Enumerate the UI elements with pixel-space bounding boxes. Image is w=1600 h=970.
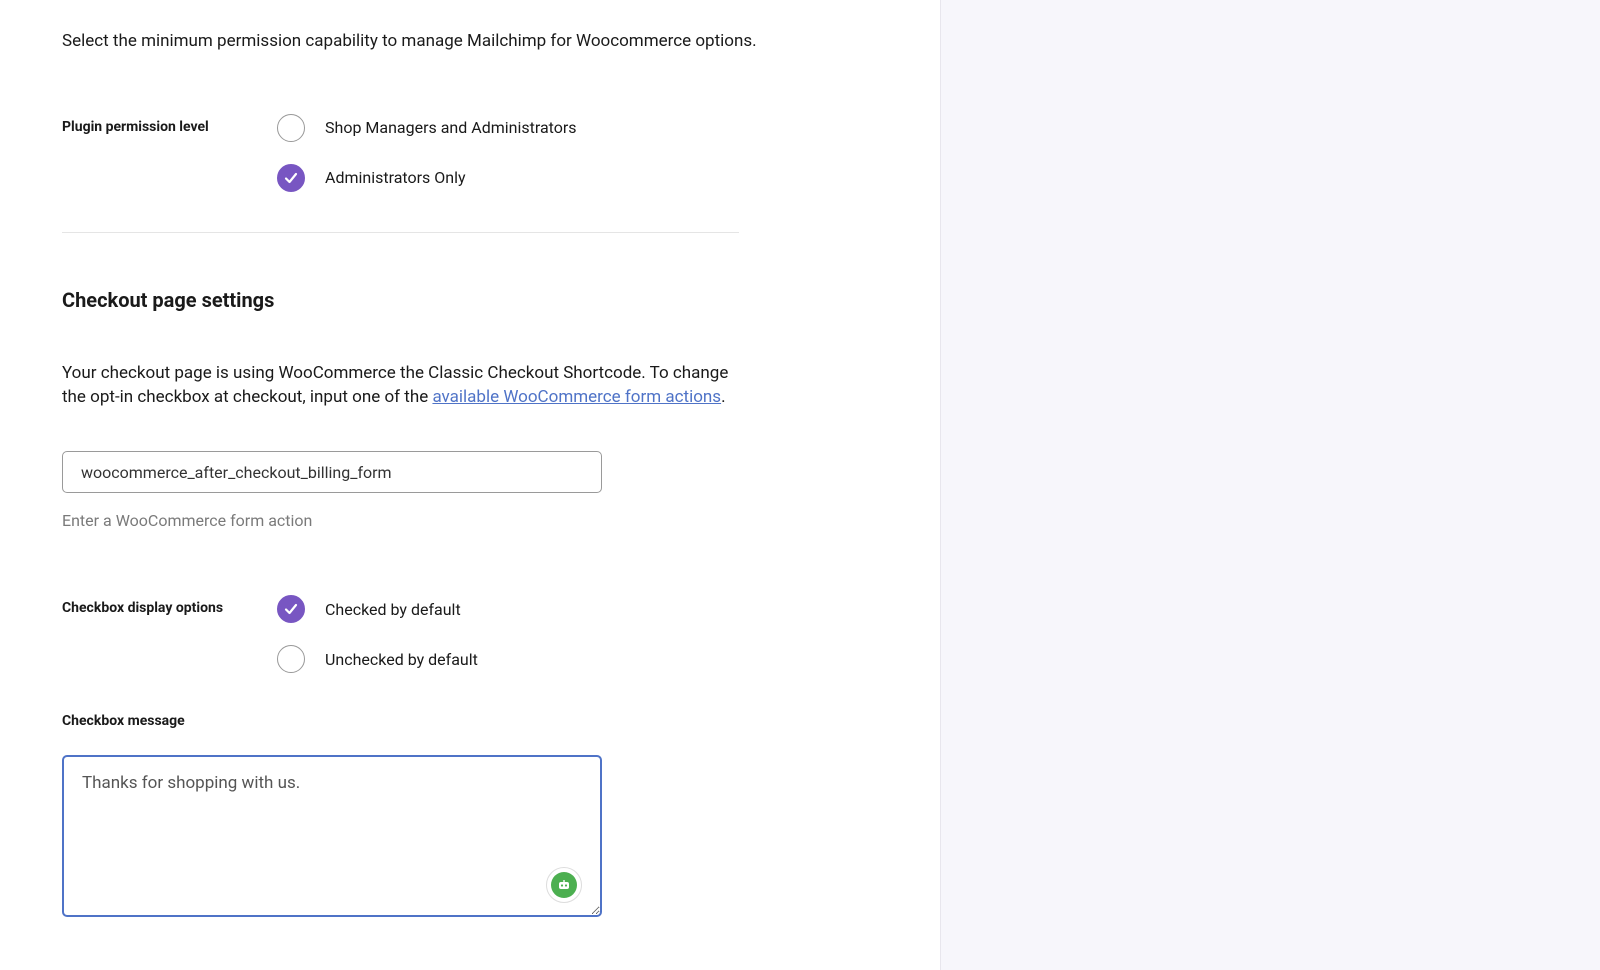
- textarea-wrapper: [62, 755, 602, 921]
- checkbox-display-radio-group: Checked by default Unchecked by default: [277, 595, 478, 673]
- robot-icon: [551, 872, 577, 898]
- section-divider: [62, 232, 739, 233]
- form-action-input[interactable]: [62, 451, 602, 493]
- checkbox-display-label: Checkbox display options: [62, 595, 277, 621]
- radio-unchecked-label: Unchecked by default: [325, 650, 478, 669]
- form-actions-link[interactable]: available WooCommerce form actions: [432, 387, 721, 407]
- form-action-helper: Enter a WooCommerce form action: [62, 511, 920, 530]
- checkbox-message-textarea[interactable]: [62, 755, 602, 917]
- radio-admin-only[interactable]: Administrators Only: [277, 164, 577, 192]
- radio-empty-icon: [277, 114, 305, 142]
- permission-level-label: Plugin permission level: [62, 114, 277, 140]
- checkbox-display-row: Checkbox display options Checked by defa…: [62, 595, 920, 673]
- permission-field-row: Plugin permission level Shop Managers an…: [62, 114, 920, 192]
- radio-admin-only-label: Administrators Only: [325, 168, 466, 187]
- radio-selected-icon: [277, 164, 305, 192]
- right-side-panel: [940, 0, 1600, 970]
- radio-selected-icon: [277, 595, 305, 623]
- checkout-settings-heading: Checkout page settings: [62, 288, 920, 312]
- permission-intro: Select the minimum permission capability…: [62, 30, 920, 54]
- radio-empty-icon: [277, 645, 305, 673]
- radio-unchecked-default[interactable]: Unchecked by default: [277, 645, 478, 673]
- radio-shop-managers-label: Shop Managers and Administrators: [325, 118, 577, 137]
- radio-shop-managers[interactable]: Shop Managers and Administrators: [277, 114, 577, 142]
- checkout-description: Your checkout page is using WooCommerce …: [62, 362, 742, 410]
- permission-radio-group: Shop Managers and Administrators Adminis…: [277, 114, 577, 192]
- radio-checked-default[interactable]: Checked by default: [277, 595, 478, 623]
- checkbox-message-label: Checkbox message: [62, 713, 920, 729]
- checkout-desc-part2: .: [721, 387, 725, 407]
- radio-checked-label: Checked by default: [325, 600, 461, 619]
- settings-main: Select the minimum permission capability…: [0, 0, 920, 921]
